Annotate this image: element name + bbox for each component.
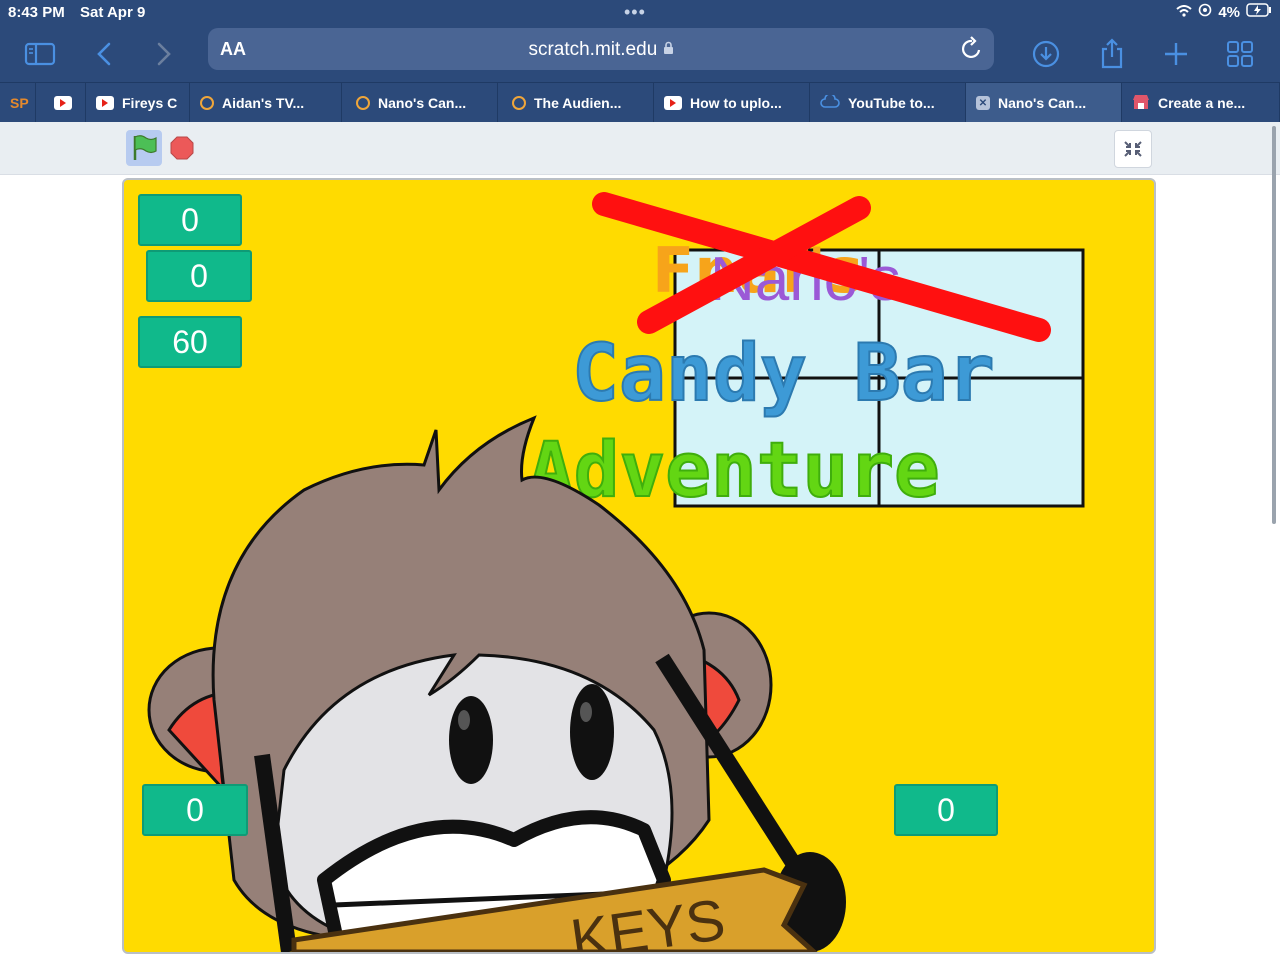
status-time: 8:43 PM: [8, 4, 65, 21]
sidebar-icon[interactable]: [22, 36, 58, 72]
tab-create-new[interactable]: Create a ne...: [1122, 83, 1280, 123]
stop-button[interactable]: [170, 136, 194, 160]
tab-label: How to uplo...: [690, 95, 782, 111]
candy-bar-text: Candy Bar: [572, 329, 995, 419]
stage-artwork: Fnaf's Nano's Candy Bar Adventure: [147, 192, 1085, 952]
downloads-icon[interactable]: [1028, 36, 1064, 72]
url-label: scratch.mit.edu: [528, 39, 658, 60]
browser-toolbar: AA scratch.mit.edu: [0, 26, 1280, 82]
status-right: 4%: [1176, 3, 1272, 21]
tab-aidans-tv[interactable]: Aidan's TV...: [190, 83, 342, 123]
tab-label: Fireys C: [122, 95, 178, 111]
tab-label: Nano's Can...: [378, 95, 467, 111]
youtube-icon: [96, 96, 114, 110]
address-bar[interactable]: AA scratch.mit.edu: [208, 28, 994, 70]
battery-charging-icon: [1246, 3, 1272, 21]
tab-youtube[interactable]: [36, 83, 86, 123]
wifi-icon: [1176, 4, 1192, 21]
url-text[interactable]: scratch.mit.edu: [208, 39, 994, 61]
forward-icon[interactable]: [146, 36, 182, 72]
back-icon[interactable]: [86, 36, 122, 72]
youtube-icon: [664, 96, 682, 110]
tab-label: YouTube to...: [848, 95, 935, 111]
variable-monitor: 0: [138, 194, 242, 246]
close-tab-icon[interactable]: ✕: [976, 96, 990, 110]
stop-icon: [170, 136, 194, 160]
scratch-icon: [512, 96, 526, 110]
variable-monitor: 0: [146, 250, 252, 302]
tab-label: The Audien...: [534, 95, 622, 111]
variable-monitor: 60: [138, 316, 242, 368]
status-date: Sat Apr 9: [80, 4, 146, 21]
cloud-icon: [820, 92, 840, 112]
scratch-icon: [356, 96, 370, 110]
new-tab-icon[interactable]: [1158, 36, 1194, 72]
tab-youtube-to[interactable]: YouTube to...: [810, 83, 966, 123]
reload-icon[interactable]: [960, 36, 984, 67]
tab-label: SP: [10, 95, 29, 111]
scratch-icon: [200, 96, 214, 110]
location-icon: [1198, 3, 1212, 21]
lock-icon: [663, 39, 674, 60]
youtube-icon: [54, 96, 72, 110]
tab-how-to-upload[interactable]: How to uplo...: [654, 83, 810, 123]
tab-the-audience[interactable]: The Audien...: [498, 83, 654, 123]
variable-monitor: 0: [142, 784, 248, 836]
green-flag-icon: [133, 135, 157, 160]
tab-nanos-candy[interactable]: Nano's Can...: [342, 83, 498, 123]
battery-percent: 4%: [1218, 3, 1240, 21]
variable-monitor: 0: [894, 784, 998, 836]
tab-label: Aidan's TV...: [222, 95, 305, 111]
tab-label: Nano's Can...: [998, 95, 1087, 111]
project-stage[interactable]: Fnaf's Nano's Candy Bar Adventure: [122, 178, 1156, 954]
tab-label: Create a ne...: [1158, 95, 1246, 111]
share-icon[interactable]: [1094, 36, 1130, 72]
green-flag-button[interactable]: [126, 130, 162, 166]
exit-fullscreen-icon: [1124, 141, 1142, 157]
tab-overview-icon[interactable]: [1222, 36, 1258, 72]
status-bar: 8:43 PM Sat Apr 9 ••• 4%: [0, 0, 1280, 26]
tab-fireys[interactable]: Fireys C: [86, 83, 190, 123]
multitask-dots-icon[interactable]: •••: [624, 2, 646, 23]
player-controls: [0, 122, 1280, 175]
store-icon: [1132, 94, 1150, 113]
page-scrollbar[interactable]: [1272, 126, 1276, 524]
tab-bar: SP Fireys C Aidan's TV... Nano's Can... …: [0, 82, 1280, 123]
tab-sp[interactable]: SP: [0, 83, 36, 123]
tab-nanos-candy-active[interactable]: ✕ Nano's Can...: [966, 83, 1122, 123]
exit-fullscreen-button[interactable]: [1114, 130, 1152, 168]
